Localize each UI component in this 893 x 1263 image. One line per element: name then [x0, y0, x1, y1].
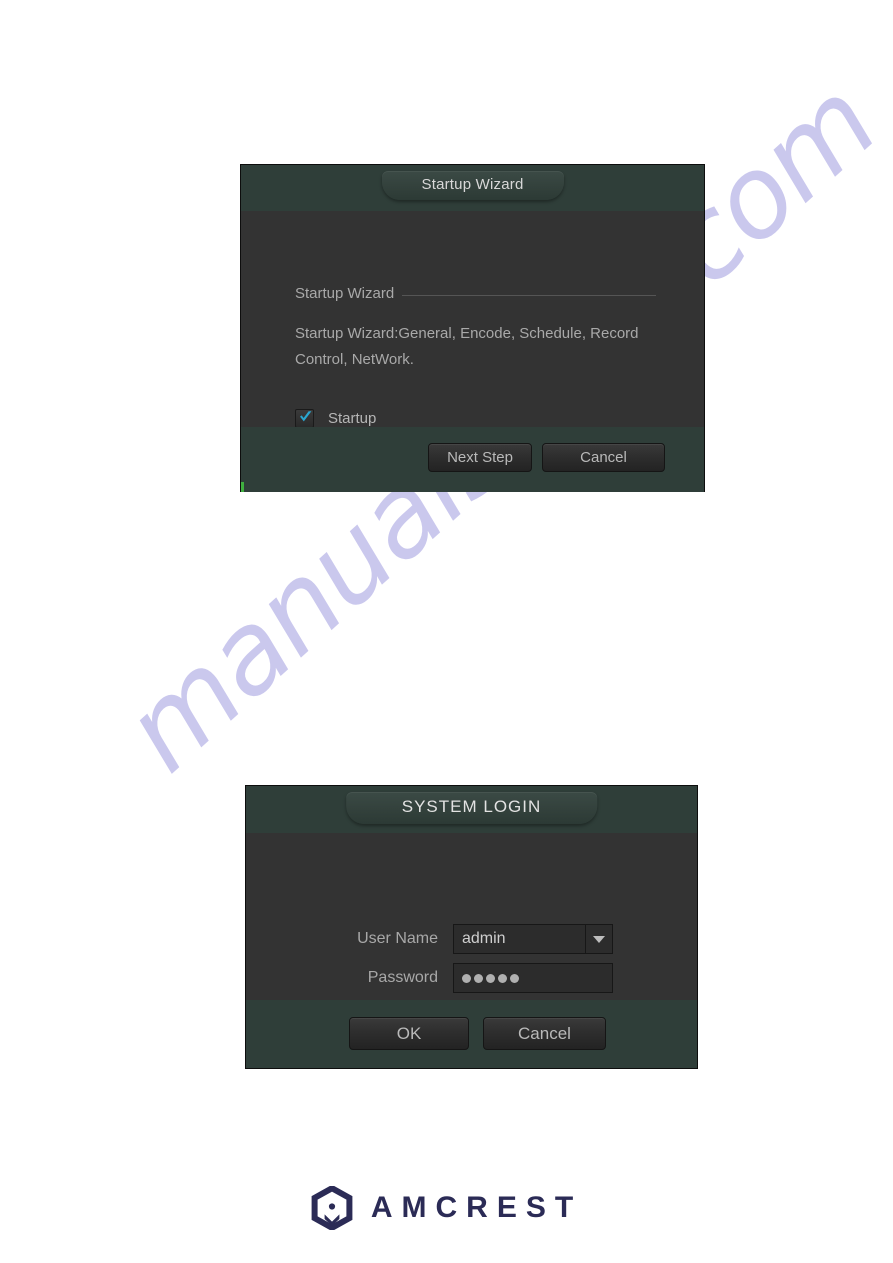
- startup-wizard-description: Startup Wizard:General, Encode, Schedule…: [295, 325, 639, 368]
- startup-checkbox[interactable]: [295, 409, 314, 428]
- password-label: Password: [367, 969, 438, 986]
- password-dot: [486, 973, 495, 983]
- amcrest-logo: AMCREST: [0, 1186, 893, 1230]
- scroll-indicator-artifact: [241, 482, 244, 492]
- startup-wizard-footer: Next Step Cancel: [241, 427, 704, 492]
- password-masked-value: [454, 973, 519, 983]
- startup-checkbox-row[interactable]: Startup: [295, 409, 376, 428]
- login-cancel-button[interactable]: Cancel: [483, 1017, 606, 1050]
- amcrest-hexagon-icon: [311, 1186, 353, 1230]
- ok-button[interactable]: OK: [349, 1017, 469, 1050]
- password-field-row: Password: [341, 963, 613, 993]
- system-login-body: User Name admin Password: [246, 833, 697, 1000]
- password-dot: [498, 973, 507, 983]
- checkmark-icon: [300, 411, 312, 422]
- next-step-button[interactable]: Next Step: [428, 443, 532, 472]
- amcrest-wordmark: AMCREST: [370, 1191, 583, 1224]
- system-login-footer: OK Cancel: [246, 1000, 697, 1068]
- system-login-title: SYSTEM LOGIN: [345, 792, 598, 824]
- chevron-down-icon[interactable]: [585, 925, 612, 953]
- system-login-titlebar: SYSTEM LOGIN: [246, 786, 697, 833]
- password-input[interactable]: [453, 963, 613, 993]
- username-value: admin: [462, 930, 506, 947]
- startup-wizard-body: Startup Wizard Startup Wizard:General, E…: [241, 211, 704, 428]
- startup-checkbox-label: Startup: [328, 410, 377, 427]
- username-label: User Name: [357, 930, 438, 947]
- startup-wizard-section-header: Startup Wizard: [295, 285, 656, 302]
- startup-wizard-dialog: Startup Wizard Startup Wizard Startup Wi…: [240, 164, 705, 492]
- password-dot: [474, 973, 483, 983]
- password-dot: [510, 973, 519, 983]
- username-field-row: User Name admin: [341, 924, 613, 954]
- startup-wizard-title: Startup Wizard: [381, 171, 564, 200]
- cancel-button[interactable]: Cancel: [542, 443, 665, 472]
- system-login-dialog: SYSTEM LOGIN User Name admin Password OK…: [245, 785, 698, 1069]
- section-divider: [402, 295, 656, 296]
- startup-wizard-titlebar: Startup Wizard: [241, 165, 704, 211]
- username-select[interactable]: admin: [453, 924, 613, 954]
- startup-wizard-section-label: Startup Wizard: [295, 285, 395, 302]
- password-dot: [462, 973, 471, 983]
